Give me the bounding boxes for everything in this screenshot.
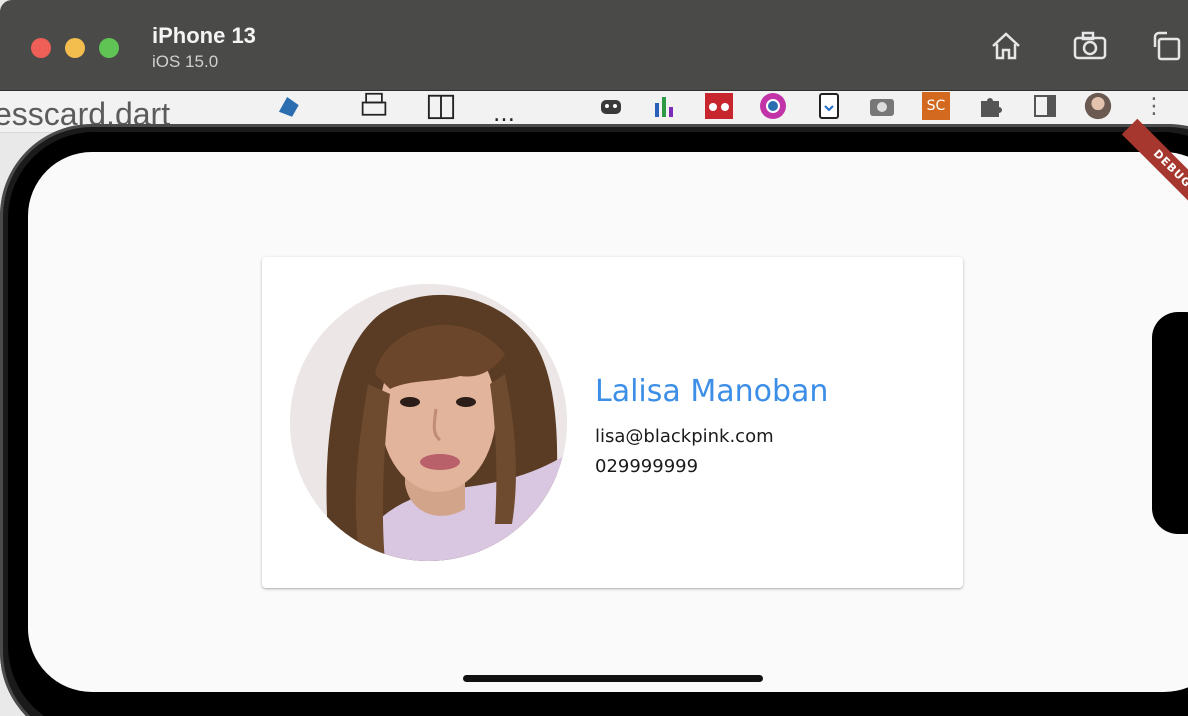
rotate-button[interactable] <box>1146 28 1186 68</box>
device-sync-icon[interactable] <box>815 92 843 120</box>
home-icon <box>989 30 1023 66</box>
desktop: esscard.dart … SC ⋮ iPhone 13 iOS 15.0 D… <box>0 0 1188 716</box>
extensions-icon[interactable] <box>976 92 1004 120</box>
android-robot-icon[interactable] <box>597 92 625 120</box>
avatar <box>290 284 567 561</box>
kebab-menu-icon[interactable]: ⋮ <box>1140 92 1168 120</box>
simulator-titlebar: iPhone 13 iOS 15.0 <box>0 0 1188 90</box>
printer-icon[interactable] <box>360 92 388 120</box>
os-version: iOS 15.0 <box>152 52 219 71</box>
sidebar-icon[interactable] <box>1031 92 1059 120</box>
zoom-window-button[interactable] <box>99 38 119 58</box>
profile-email: lisa@blackpink.com <box>595 426 774 447</box>
home-indicator[interactable] <box>463 675 763 682</box>
camera-plugin-icon[interactable] <box>868 92 896 120</box>
split-view-icon[interactable] <box>427 92 455 120</box>
home-button[interactable] <box>986 28 1026 68</box>
device-name: iPhone 13 <box>152 23 256 48</box>
chart-plugin-icon[interactable] <box>651 92 679 120</box>
screenshot-button[interactable] <box>1070 28 1110 68</box>
device-notch <box>1152 312 1188 534</box>
minimize-window-button[interactable] <box>65 38 85 58</box>
mendeley-icon[interactable] <box>705 92 733 120</box>
dart-icon[interactable] <box>274 92 302 120</box>
profile-name: Lalisa Manoban <box>595 374 829 409</box>
camera-icon <box>1071 30 1109 66</box>
profile-phone: 029999999 <box>595 456 699 477</box>
close-window-button[interactable] <box>31 38 51 58</box>
rotate-icon <box>1149 29 1183 67</box>
profile-avatar-icon[interactable] <box>1084 92 1112 120</box>
sc-plugin-icon[interactable]: SC <box>922 92 950 120</box>
chrome-icon[interactable] <box>759 92 787 120</box>
